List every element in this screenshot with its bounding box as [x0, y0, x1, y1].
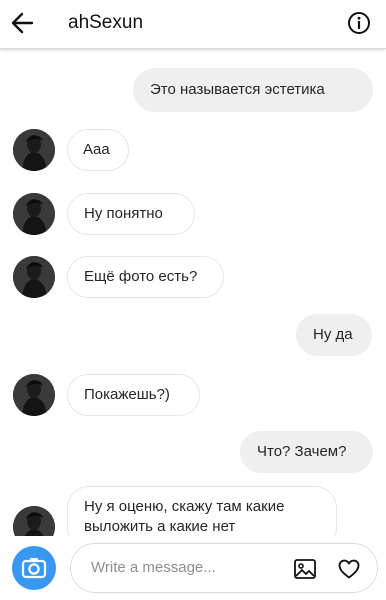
message-bubble-incoming[interactable]: Покажешь?) [67, 374, 200, 416]
info-circle-icon [348, 12, 370, 34]
message-bubble-outgoing[interactable]: Что? Зачем? [240, 431, 373, 473]
camera-button[interactable] [12, 546, 56, 590]
message-bubble-incoming[interactable]: Ну понятно [67, 193, 195, 235]
profile-photo-icon [13, 256, 55, 298]
info-button[interactable] [347, 11, 371, 35]
avatar[interactable] [13, 374, 55, 416]
message-list[interactable]: Это называется эстетика Aaa Ну понятно Е… [0, 48, 386, 536]
image-icon [294, 559, 316, 579]
message-text: Ну понятно [84, 205, 163, 222]
back-button[interactable] [10, 10, 36, 36]
message-text: Что? Зачем? [257, 443, 347, 460]
message-input[interactable]: Write a message... [70, 543, 378, 593]
message-text: Ну да [313, 326, 353, 343]
message-text: Ещё фото есть? [84, 268, 198, 285]
chat-header: ahSexun [0, 0, 386, 49]
message-text-line: Ну я оценю, скажу там какие [84, 498, 285, 515]
avatar[interactable] [13, 256, 55, 298]
profile-photo-icon [13, 193, 55, 235]
arrow-left-icon [11, 12, 34, 34]
heart-icon [338, 559, 360, 579]
message-bubble-incoming[interactable]: Aaa [67, 129, 129, 171]
like-button[interactable] [337, 557, 361, 581]
message-input-placeholder: Write a message... [91, 559, 216, 576]
message-text: Это называется эстетика [150, 81, 325, 98]
message-bubble-incoming[interactable]: Ещё фото есть? [67, 256, 224, 298]
gallery-button[interactable] [293, 557, 317, 581]
message-bubble-incoming[interactable]: Ну я оценю, скажу там какие выложить а к… [67, 486, 337, 536]
profile-photo-icon [13, 129, 55, 171]
conversation-title[interactable]: ahSexun [68, 12, 143, 34]
avatar[interactable] [13, 193, 55, 235]
message-composer: Write a message... [0, 536, 386, 600]
message-bubble-outgoing[interactable]: Это называется эстетика [133, 68, 373, 112]
message-text: Aaa [83, 141, 110, 158]
avatar[interactable] [13, 506, 55, 536]
camera-icon [21, 558, 47, 579]
message-bubble-outgoing[interactable]: Ну да [296, 314, 372, 356]
profile-photo-icon [13, 506, 55, 536]
avatar[interactable] [13, 129, 55, 171]
profile-photo-icon [13, 374, 55, 416]
message-text-line: выложить а какие нет [84, 518, 236, 535]
message-text: Покажешь?) [84, 386, 170, 403]
